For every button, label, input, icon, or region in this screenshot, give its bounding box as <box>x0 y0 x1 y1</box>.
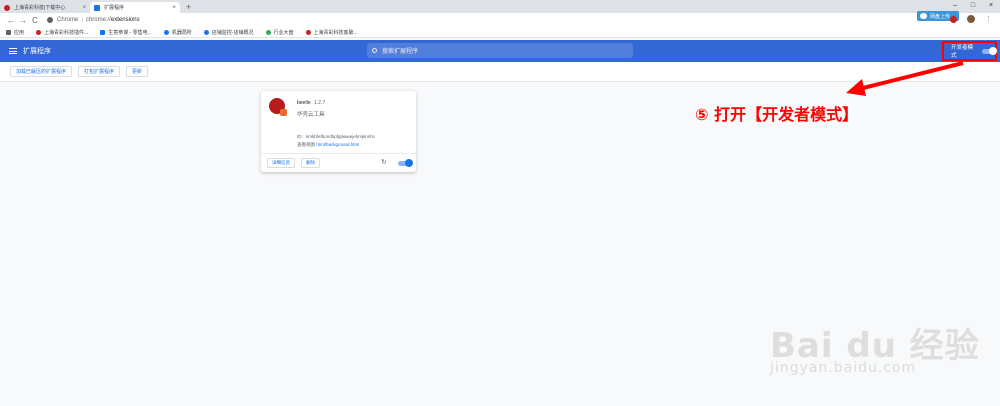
tab-strip: 上海青彩科技|下载中心 × 扩展程序 × + – □ × <box>0 0 1000 13</box>
developer-mode-label: 开发者模式 <box>951 45 974 59</box>
bookmark-item[interactable]: 上海青彩科技客破... <box>305 29 358 36</box>
ladybug-icon <box>305 29 311 35</box>
puzzle-favicon-icon <box>94 4 100 11</box>
menu-icon[interactable]: ⋮ <box>985 15 992 23</box>
profile-avatar[interactable] <box>967 15 975 23</box>
bookmark-item[interactable]: 行业大盘 <box>265 29 294 36</box>
forward-button[interactable]: → <box>17 16 29 25</box>
baidu-watermark-url: jingyan.baidu.com <box>770 360 917 376</box>
search-icon <box>372 48 377 53</box>
remove-button[interactable]: 删除 <box>301 158 320 168</box>
extensions-header: 扩展程序 搜索扩展程序 开发者模式 <box>0 40 1000 62</box>
url-separator: | <box>81 17 83 23</box>
apps-grid-icon <box>6 29 11 35</box>
inspect-views: 查看视图 html/background.html <box>297 142 359 148</box>
tab-extensions[interactable]: 扩展程序 × <box>90 2 180 13</box>
bookmark-label: 上海青彩科技插件... <box>44 29 89 36</box>
tab-close-icon[interactable]: × <box>172 5 176 11</box>
bookmark-label: 店铺监控-店铺概况 <box>211 29 254 36</box>
globe-icon <box>203 29 209 35</box>
extension-enable-toggle[interactable] <box>398 159 413 167</box>
toolbar-right: ⋮ <box>950 15 992 23</box>
bookmark-label: 上海青彩科技客破... <box>313 29 358 36</box>
background-page-link[interactable]: html/background.html <box>316 142 359 147</box>
info-icon[interactable] <box>47 17 53 23</box>
url-prefix: chrome:// <box>85 17 111 23</box>
extension-version: 1.2.7 <box>314 100 326 106</box>
ladybug-favicon-icon <box>4 4 10 11</box>
developer-toolbar: 加载已解压的扩展程序 打包扩展程序 更新 <box>0 62 1000 82</box>
extension-card: beetle 1.2.7 华壳云工具 ID：kmkbfefbondhpfglaa… <box>261 91 416 172</box>
bookmark-item[interactable]: 上海青彩科技插件... <box>36 29 88 36</box>
developer-mode-highlight: 开发者模式 <box>942 41 997 61</box>
bookmark-label: 生意参谋 - 零售电... <box>108 29 152 36</box>
bookmark-item[interactable]: 生意参谋 - 零售电... <box>100 29 152 36</box>
market-icon <box>265 29 271 35</box>
hamburger-menu-icon[interactable] <box>9 48 17 54</box>
cloud-upload-label: 网盘上传 <box>930 13 951 20</box>
card-divider <box>261 153 416 154</box>
annotation-text: ⑤ 打开【开发者模式】 <box>695 105 859 124</box>
search-extensions-input[interactable]: 搜索扩展程序 <box>367 43 633 58</box>
reload-icon[interactable]: ↻ <box>381 158 387 166</box>
bookmark-apps[interactable]: 应用 <box>6 29 24 36</box>
close-window-button[interactable]: × <box>982 0 1000 13</box>
sycm-icon <box>100 29 106 35</box>
page-title: 扩展程序 <box>23 48 51 55</box>
browser-window: 上海青彩科技|下载中心 × 扩展程序 × + – □ × ← → C Chrom… <box>0 0 1000 406</box>
ladybug-icon <box>36 29 42 35</box>
browser-toolbar: ← → C Chrome | chrome:// extensions <box>0 13 1000 27</box>
details-button[interactable]: 详细信息 <box>267 158 295 168</box>
bookmark-label: 机器局所 <box>171 29 192 36</box>
back-button[interactable]: ← <box>5 16 17 25</box>
extension-name: beetle <box>297 100 311 106</box>
extension-description: 华壳云工具 <box>297 112 325 118</box>
load-unpacked-button[interactable]: 加载已解压的扩展程序 <box>10 66 73 77</box>
new-tab-button[interactable]: + <box>186 2 191 13</box>
address-bar[interactable]: Chrome | chrome:// extensions <box>47 15 927 25</box>
tab-download-center[interactable]: 上海青彩科技|下载中心 × <box>0 2 90 13</box>
extension-id: ID：kmkbfefbondhpfglaawejebmjknnhc <box>297 134 376 139</box>
tab-close-icon[interactable]: × <box>82 5 86 11</box>
search-placeholder: 搜索扩展程序 <box>382 49 419 55</box>
bookmark-label: 行业大盘 <box>273 29 294 36</box>
maximize-button[interactable]: □ <box>964 0 982 13</box>
bookmark-item[interactable]: 店铺监控-店铺概况 <box>203 29 254 36</box>
ladybug-extension-icon[interactable] <box>950 15 957 23</box>
developer-mode-toggle[interactable] <box>982 46 997 55</box>
globe-icon <box>163 29 169 35</box>
bookmark-item[interactable]: 机器局所 <box>163 29 192 36</box>
inspect-views-label: 查看视图 <box>297 142 315 147</box>
update-button[interactable]: 更新 <box>126 66 149 77</box>
tab-title: 上海青彩科技|下载中心 <box>14 5 66 11</box>
reload-button[interactable]: C <box>29 16 41 25</box>
url-path: extensions <box>110 17 140 23</box>
tab-title: 扩展程序 <box>104 5 125 11</box>
bookmarks-bar: 应用 上海青彩科技插件... 生意参谋 - 零售电... 机器局所 店铺监控-店… <box>0 27 1000 38</box>
beetle-logo-icon <box>269 98 287 116</box>
cloud-icon <box>920 13 927 19</box>
scheme-label: Chrome <box>57 17 79 23</box>
pack-extension-button[interactable]: 打包扩展程序 <box>78 66 121 77</box>
bookmark-label: 应用 <box>14 29 25 36</box>
